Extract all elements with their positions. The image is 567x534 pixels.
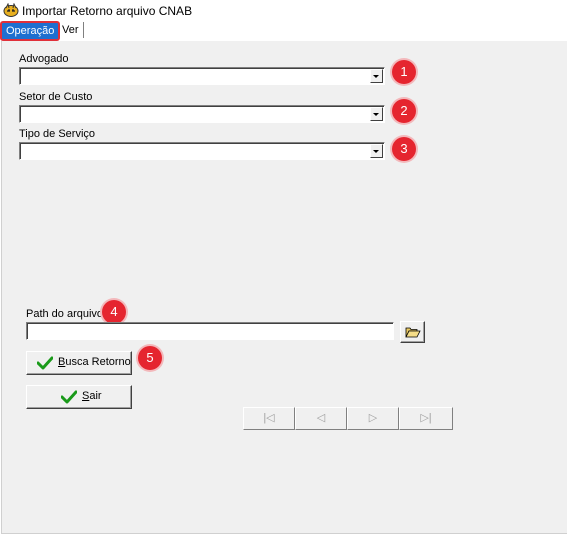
callout-badge: 3 bbox=[392, 137, 416, 161]
nav-prev-button[interactable]: ◁ bbox=[295, 407, 347, 430]
tipo-select[interactable] bbox=[19, 142, 385, 160]
menu-operacao[interactable]: Operação bbox=[0, 21, 61, 41]
folder-open-icon bbox=[405, 327, 421, 338]
busca-retorno-button[interactable]: Busca Retorno bbox=[26, 351, 132, 375]
setor-label: Setor de Custo bbox=[19, 91, 93, 103]
sair-label: Sair bbox=[82, 390, 102, 402]
advogado-label: Advogado bbox=[19, 53, 69, 65]
chevron-down-icon[interactable] bbox=[370, 69, 383, 83]
callout-badge: 4 bbox=[102, 300, 126, 324]
path-label: Path do arquivo bbox=[26, 308, 104, 320]
callout-badge: 2 bbox=[392, 99, 416, 123]
menu-ver[interactable]: Ver bbox=[58, 22, 84, 38]
sair-button[interactable]: Sair bbox=[26, 385, 132, 409]
nav-last-button[interactable]: ▷| bbox=[399, 407, 453, 430]
tiger-app-icon bbox=[3, 3, 19, 17]
check-icon bbox=[37, 356, 53, 370]
nav-next-button[interactable]: ▷ bbox=[347, 407, 399, 430]
window-title: Importar Retorno arquivo CNAB bbox=[22, 4, 193, 18]
browse-folder-button[interactable] bbox=[400, 321, 425, 343]
check-icon bbox=[61, 390, 77, 404]
nav-first-button[interactable]: |◁ bbox=[243, 407, 295, 430]
callout-badge: 1 bbox=[392, 60, 416, 84]
callout-badge: 5 bbox=[138, 346, 162, 370]
chevron-down-icon[interactable] bbox=[370, 107, 383, 121]
setor-select[interactable] bbox=[19, 105, 385, 123]
title-bar: Importar Retorno arquivo CNAB bbox=[0, 0, 567, 20]
chevron-down-icon[interactable] bbox=[370, 144, 383, 158]
busca-retorno-label: Busca Retorno bbox=[58, 356, 131, 368]
menu-bar: Operação Ver bbox=[0, 20, 567, 42]
advogado-select[interactable] bbox=[19, 67, 385, 85]
tipo-label: Tipo de Serviço bbox=[19, 128, 96, 140]
path-input[interactable] bbox=[26, 322, 394, 340]
record-navigator: |◁ ◁ ▷ ▷| bbox=[243, 407, 453, 430]
